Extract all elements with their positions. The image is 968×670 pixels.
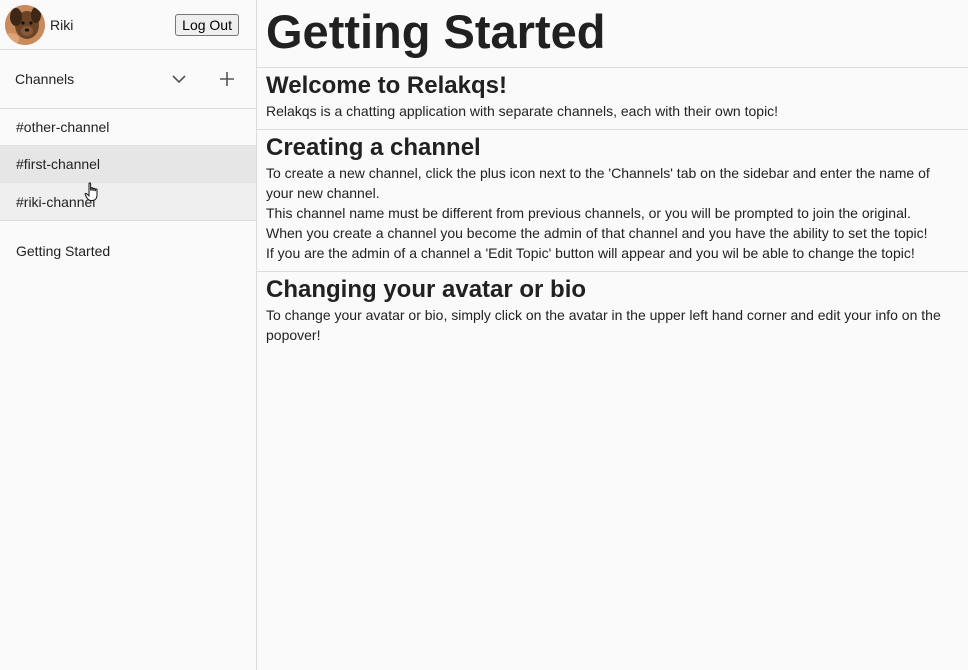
section-avatar-bio: Changing your avatar or bio To change yo… <box>257 272 968 353</box>
avatar[interactable] <box>5 4 45 45</box>
channel-item[interactable]: #riki-channel <box>0 183 256 220</box>
channel-item[interactable]: #other-channel <box>0 109 256 146</box>
section-heading: Creating a channel <box>266 134 481 161</box>
section-paragraph: When you create a channel you become the… <box>266 225 928 241</box>
channels-header: Channels <box>0 50 256 109</box>
channel-list: #other-channel #first-channel #riki-chan… <box>0 109 256 221</box>
dog-avatar-image <box>5 4 45 45</box>
getting-started-link[interactable]: Getting Started <box>0 241 256 261</box>
channel-item[interactable]: #first-channel <box>0 146 256 183</box>
main-content: Getting Started Welcome to Relakqs! Rela… <box>257 0 968 670</box>
section-creating-channel: Creating a channel To create a new chann… <box>257 130 968 272</box>
channels-title: Channels <box>15 71 75 87</box>
logout-button[interactable]: Log Out <box>175 13 239 36</box>
section-heading: Changing your avatar or bio <box>266 276 587 303</box>
page-title: Getting Started <box>257 0 968 68</box>
app-root: Riki Log Out Channels #other-channel #fi… <box>0 0 968 670</box>
chevron-down-icon[interactable] <box>167 67 191 91</box>
sidebar: Riki Log Out Channels #other-channel #fi… <box>0 0 257 670</box>
section-paragraph: If you are the admin of a channel a 'Edi… <box>266 245 915 261</box>
username: Riki <box>50 16 74 33</box>
plus-icon[interactable] <box>215 67 239 91</box>
section-heading: Welcome to Relakqs! <box>266 72 507 99</box>
section-paragraph: To change your avatar or bio, simply cli… <box>266 307 941 343</box>
section-welcome: Welcome to Relakqs! Relakqs is a chattin… <box>257 68 968 130</box>
section-paragraph: To create a new channel, click the plus … <box>266 165 930 201</box>
section-paragraph: This channel name must be different from… <box>266 205 911 221</box>
section-paragraph: Relakqs is a chatting application with s… <box>266 103 779 119</box>
user-bar: Riki Log Out <box>0 0 256 50</box>
